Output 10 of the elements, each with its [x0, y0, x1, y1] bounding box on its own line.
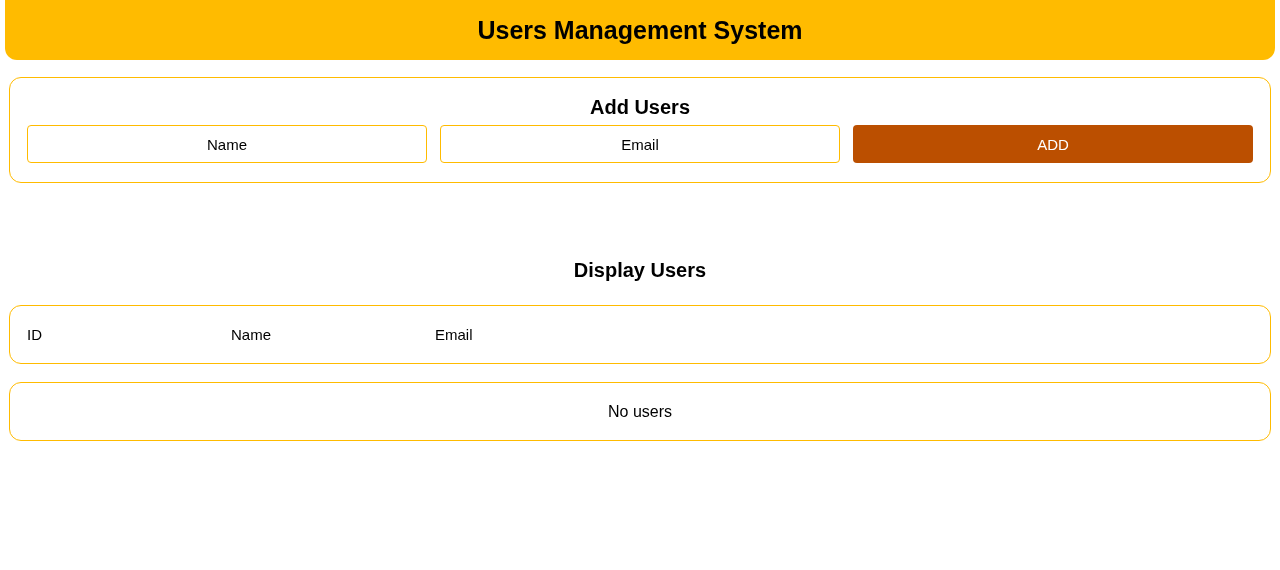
- email-field[interactable]: Email: [440, 125, 840, 163]
- section-title: Display Users: [572, 258, 708, 283]
- column-header: ID: [27, 326, 43, 343]
- empty-message: No users: [608, 402, 672, 421]
- page-title: Users Management System: [477, 15, 803, 45]
- column-header: Email: [435, 326, 474, 343]
- column-header: Name: [231, 326, 272, 343]
- name-field[interactable]: Name: [27, 125, 427, 163]
- section-title: Add Users: [589, 96, 691, 119]
- add-button[interactable]: ADD: [853, 125, 1253, 163]
